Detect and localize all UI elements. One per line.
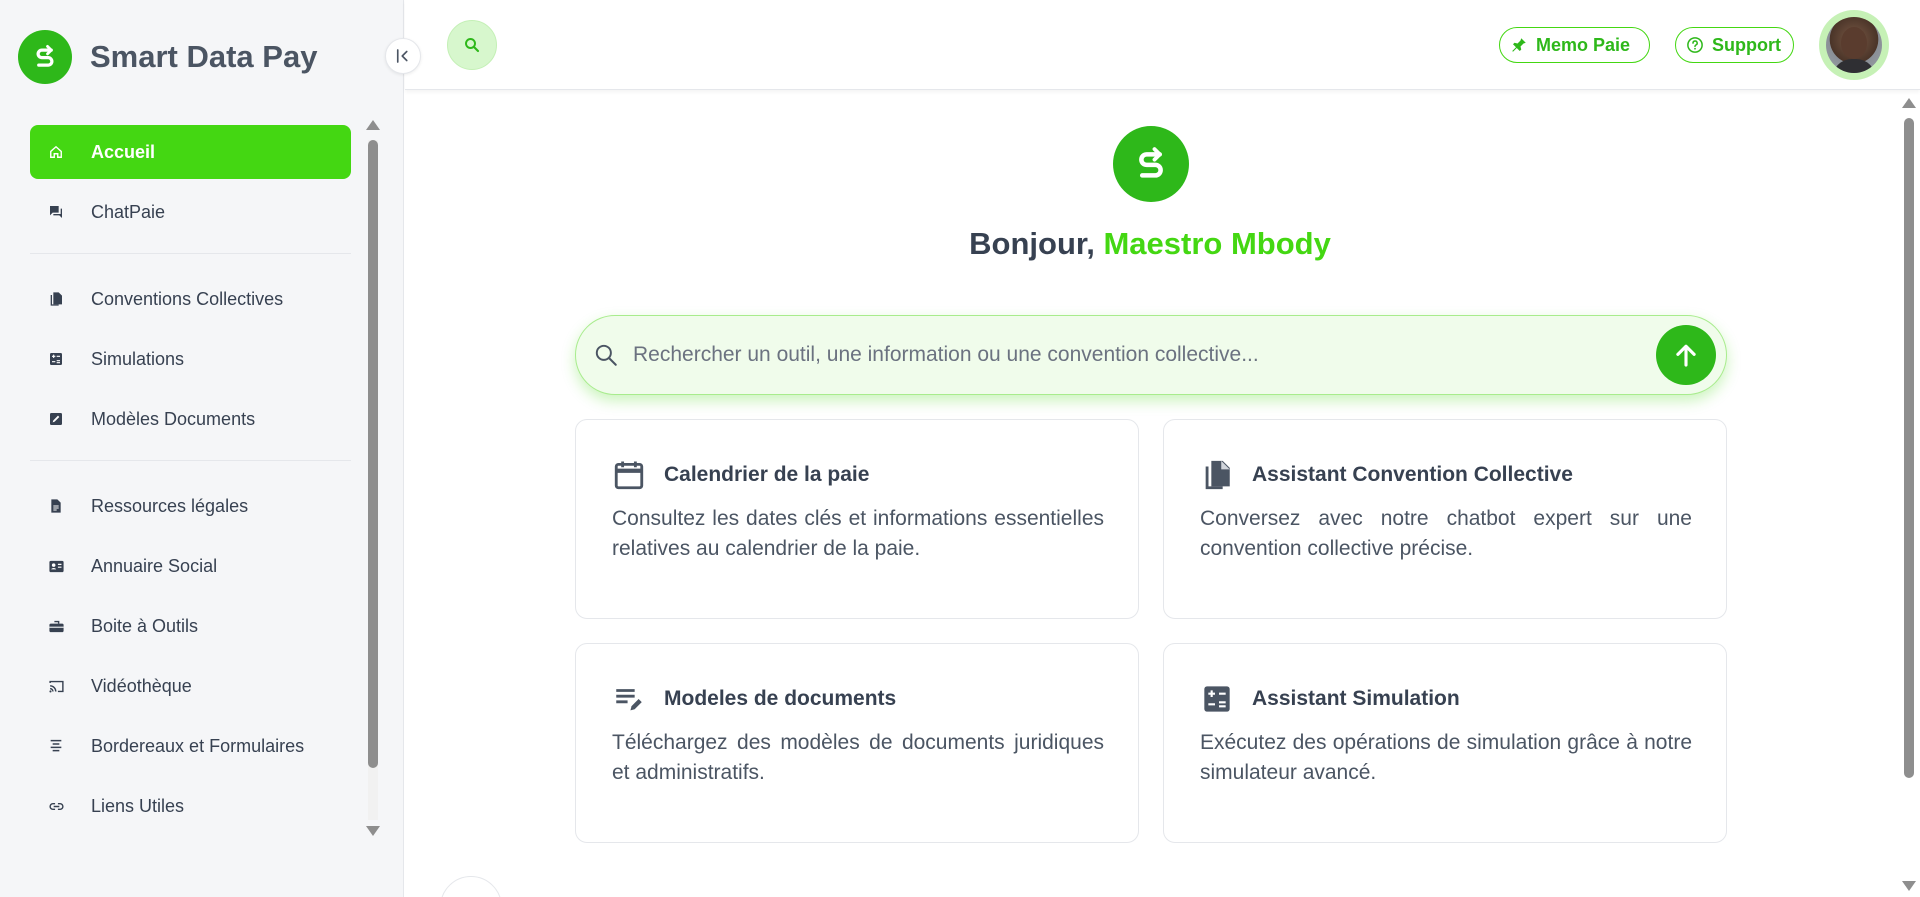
avatar-photo (1826, 17, 1882, 73)
link-icon (46, 796, 66, 816)
brand[interactable]: Smart Data Pay (18, 30, 317, 84)
scroll-down-arrow-icon[interactable] (1902, 881, 1916, 891)
top-header: Memo Paie Support (405, 0, 1920, 90)
memo-paie-button[interactable]: Memo Paie (1499, 27, 1650, 63)
collapse-sidebar-button[interactable] (385, 38, 421, 74)
main-search-bar (575, 315, 1727, 395)
documents-icon (1200, 458, 1234, 492)
sidebar-item-liens[interactable]: Liens Utiles (30, 779, 351, 833)
search-submit-button[interactable] (1656, 325, 1716, 385)
sidebar-item-label: Modèles Documents (91, 408, 256, 429)
brand-name: Smart Data Pay (90, 39, 318, 74)
card-modeles-documents[interactable]: Modeles de documents Téléchargez des mod… (575, 643, 1139, 843)
card-title: Assistant Convention Collective (1252, 463, 1573, 486)
sidebar-item-label: Conventions Collectives (91, 288, 284, 309)
nav-divider (30, 460, 351, 461)
sidebar-item-label: Ressources légales (91, 495, 249, 516)
contact-card-icon (46, 556, 66, 576)
sidebar-item-label: Bordereaux et Formulaires (91, 735, 305, 756)
sidebar-item-chatpaie[interactable]: ChatPaie (30, 185, 351, 239)
collapse-left-icon (396, 49, 408, 63)
user-avatar[interactable] (1819, 10, 1889, 80)
floating-action-button[interactable] (440, 876, 502, 897)
sidebar-item-bordereaux[interactable]: Bordereaux et Formulaires (30, 719, 351, 773)
sidebar-item-label: Liens Utiles (91, 795, 185, 816)
sidebar-item-label: Boite à Outils (91, 615, 199, 636)
help-circle-icon (1686, 36, 1704, 54)
greeting-heading: Bonjour, Maestro Mbody (405, 226, 1895, 262)
sidebar-item-simulations[interactable]: Simulations (30, 332, 351, 386)
card-calendrier-paie[interactable]: Calendrier de la paie Consultez les date… (575, 419, 1139, 619)
search-icon (593, 342, 619, 368)
sidebar-item-label: ChatPaie (91, 201, 166, 222)
sidebar-nav: Accueil ChatPaie Conventions Collectives… (30, 125, 351, 839)
sidebar-item-boite-outils[interactable]: Boite à Outils (30, 599, 351, 653)
sidebar-item-ressources[interactable]: Ressources légales (30, 479, 351, 533)
arrow-up-icon (1676, 344, 1696, 367)
sidebar-item-videotheque[interactable]: Vidéothèque (30, 659, 351, 713)
card-title: Modeles de documents (664, 687, 897, 710)
memo-paie-label: Memo Paie (1536, 34, 1631, 55)
main-logo-icon (1113, 126, 1189, 202)
home-icon (46, 142, 66, 162)
card-title: Assistant Simulation (1252, 687, 1460, 710)
sidebar-scrollbar[interactable] (362, 118, 384, 838)
edit-document-icon (46, 409, 66, 429)
scroll-up-arrow-icon[interactable] (366, 120, 380, 130)
sidebar-item-label: Accueil (91, 141, 156, 162)
card-description: Consultez les dates clés et informations… (612, 507, 1104, 560)
file-icon (46, 496, 66, 516)
toolbox-icon (46, 616, 66, 636)
card-description: Exécutez des opérations de simulation gr… (1200, 731, 1692, 784)
calculator-icon (46, 349, 66, 369)
calculator-icon (1200, 682, 1234, 716)
card-assistant-convention[interactable]: Assistant Convention Collective Converse… (1163, 419, 1727, 619)
sidebar-item-label: Vidéothèque (91, 675, 192, 696)
sidebar-item-label: Simulations (91, 348, 185, 369)
nav-divider (30, 253, 351, 254)
card-description: Téléchargez des modèles de documents jur… (612, 731, 1104, 784)
main-scrollbar[interactable] (1898, 92, 1920, 897)
scroll-up-arrow-icon[interactable] (1902, 98, 1916, 108)
support-label: Support (1712, 34, 1781, 55)
card-title: Calendrier de la paie (664, 463, 870, 486)
chat-icon (46, 202, 66, 222)
greeting-prefix: Bonjour, (969, 226, 1095, 261)
cast-icon (46, 676, 66, 696)
documents-icon (46, 289, 66, 309)
sidebar-item-annuaire[interactable]: Annuaire Social (30, 539, 351, 593)
card-assistant-simulation[interactable]: Assistant Simulation Exécutez des opérat… (1163, 643, 1727, 843)
sidebar: Smart Data Pay Accueil ChatPaie Conventi… (0, 0, 404, 897)
sidebar-item-label: Annuaire Social (91, 555, 218, 576)
sidebar-item-accueil[interactable]: Accueil (30, 125, 351, 179)
card-description: Conversez avec notre chatbot expert sur … (1200, 507, 1692, 560)
scrollbar-thumb[interactable] (1904, 118, 1914, 778)
scroll-down-arrow-icon[interactable] (366, 826, 380, 836)
brand-logo-icon (18, 30, 72, 84)
header-search-button[interactable] (447, 20, 497, 70)
user-name: Maestro Mbody (1103, 226, 1331, 261)
list-icon (46, 736, 66, 756)
calendar-icon (612, 458, 646, 492)
pin-icon (1510, 36, 1528, 54)
scrollbar-thumb[interactable] (368, 140, 378, 768)
search-icon (465, 38, 480, 53)
main-search-input[interactable] (633, 343, 1656, 367)
sidebar-item-conventions[interactable]: Conventions Collectives (30, 272, 351, 326)
sidebar-item-modeles[interactable]: Modèles Documents (30, 392, 351, 446)
edit-list-icon (612, 682, 646, 716)
support-button[interactable]: Support (1675, 27, 1794, 63)
